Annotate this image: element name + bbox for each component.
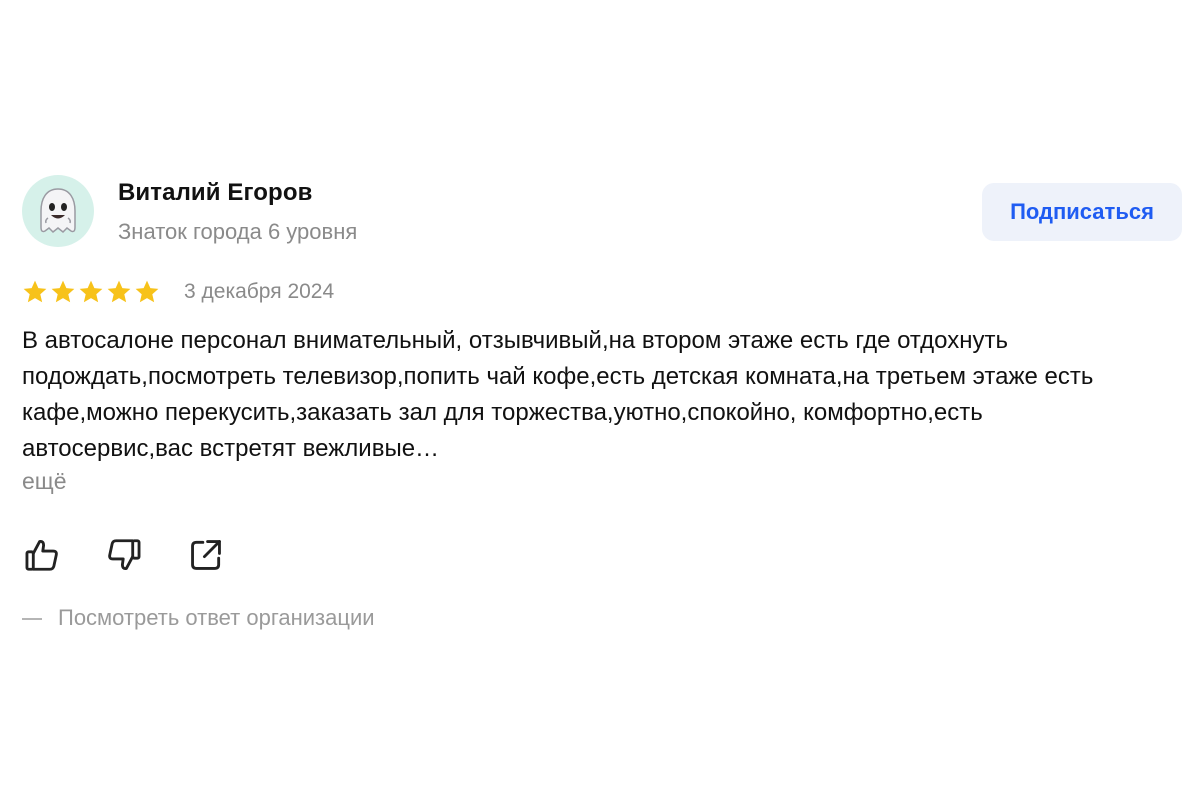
star-icon [51, 280, 75, 303]
star-icon [107, 280, 131, 303]
share-button[interactable] [186, 535, 226, 575]
rating-stars [22, 279, 160, 305]
review-date: 3 декабря 2024 [184, 280, 335, 303]
like-icon [25, 540, 58, 571]
more-link[interactable]: ещё [22, 467, 1182, 495]
like-button[interactable] [22, 535, 62, 575]
star-icon [23, 280, 47, 303]
review-card: Виталий Егоров Знаток города 6 уровня По… [22, 175, 1182, 631]
star-icon [135, 280, 159, 303]
ghost-icon [40, 188, 76, 234]
review-actions [22, 535, 1182, 575]
organization-answer-link[interactable]: Посмотреть ответ организации [22, 605, 1182, 631]
review-meta: 3 декабря 2024 [22, 275, 1182, 309]
dislike-button[interactable] [104, 535, 144, 575]
star-icon [79, 280, 103, 303]
review-header: Виталий Егоров Знаток города 6 уровня По… [22, 175, 1182, 253]
author-name[interactable]: Виталий Егоров [118, 179, 312, 207]
dash-divider [22, 618, 42, 621]
subscribe-button[interactable]: Подписаться [982, 183, 1182, 241]
avatar[interactable] [22, 175, 94, 247]
dislike-icon [108, 539, 141, 570]
organization-answer-label: Посмотреть ответ организации [58, 605, 375, 630]
review-text: В автосалоне персонал внимательный, отзы… [22, 327, 1094, 462]
share-icon [191, 540, 221, 570]
author-level: Знаток города 6 уровня [118, 219, 358, 244]
